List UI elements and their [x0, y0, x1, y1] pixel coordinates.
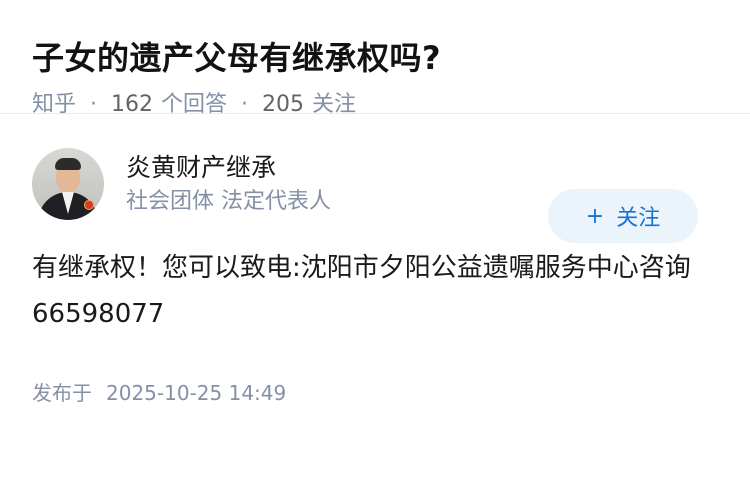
question-header: 子女的遗产父母有继承权吗? 知乎 · 162 个回答 · 205 关注	[0, 0, 750, 117]
published-label: 发布于	[32, 381, 92, 405]
avatar[interactable]	[32, 148, 104, 220]
answer-content: 有继承权！您可以致电:沈阳市夕阳公益遗嘱服务中心咨询66598077	[32, 253, 691, 329]
author-name[interactable]: 炎黄财产继承	[126, 151, 718, 185]
published-time: 2025-10-25 14:49	[106, 381, 287, 405]
follower-count-label[interactable]: 关注	[312, 90, 356, 120]
follower-count: 205	[262, 92, 305, 117]
question-meta: 知乎 · 162 个回答 · 205 关注	[32, 90, 718, 120]
answer-count: 162	[111, 92, 154, 117]
question-title[interactable]: 子女的遗产父母有继承权吗?	[32, 36, 718, 80]
published-info: 发布于 2025-10-25 14:49	[32, 379, 718, 407]
follow-button[interactable]: + 关注	[548, 189, 698, 243]
follow-button-label: 关注	[616, 206, 661, 231]
party-badge-icon	[84, 200, 94, 210]
plus-icon: +	[585, 203, 605, 229]
source-label[interactable]: 知乎	[32, 90, 76, 120]
answer-count-label[interactable]: 个回答	[161, 90, 227, 120]
meta-separator: ·	[90, 92, 98, 117]
answer-card: 炎黄财产继承 社会团体 法定代表人 + 关注 有继承权！您可以致电:沈阳市夕阳公…	[0, 147, 750, 407]
avatar-hair	[55, 158, 81, 170]
meta-separator: ·	[241, 92, 249, 117]
